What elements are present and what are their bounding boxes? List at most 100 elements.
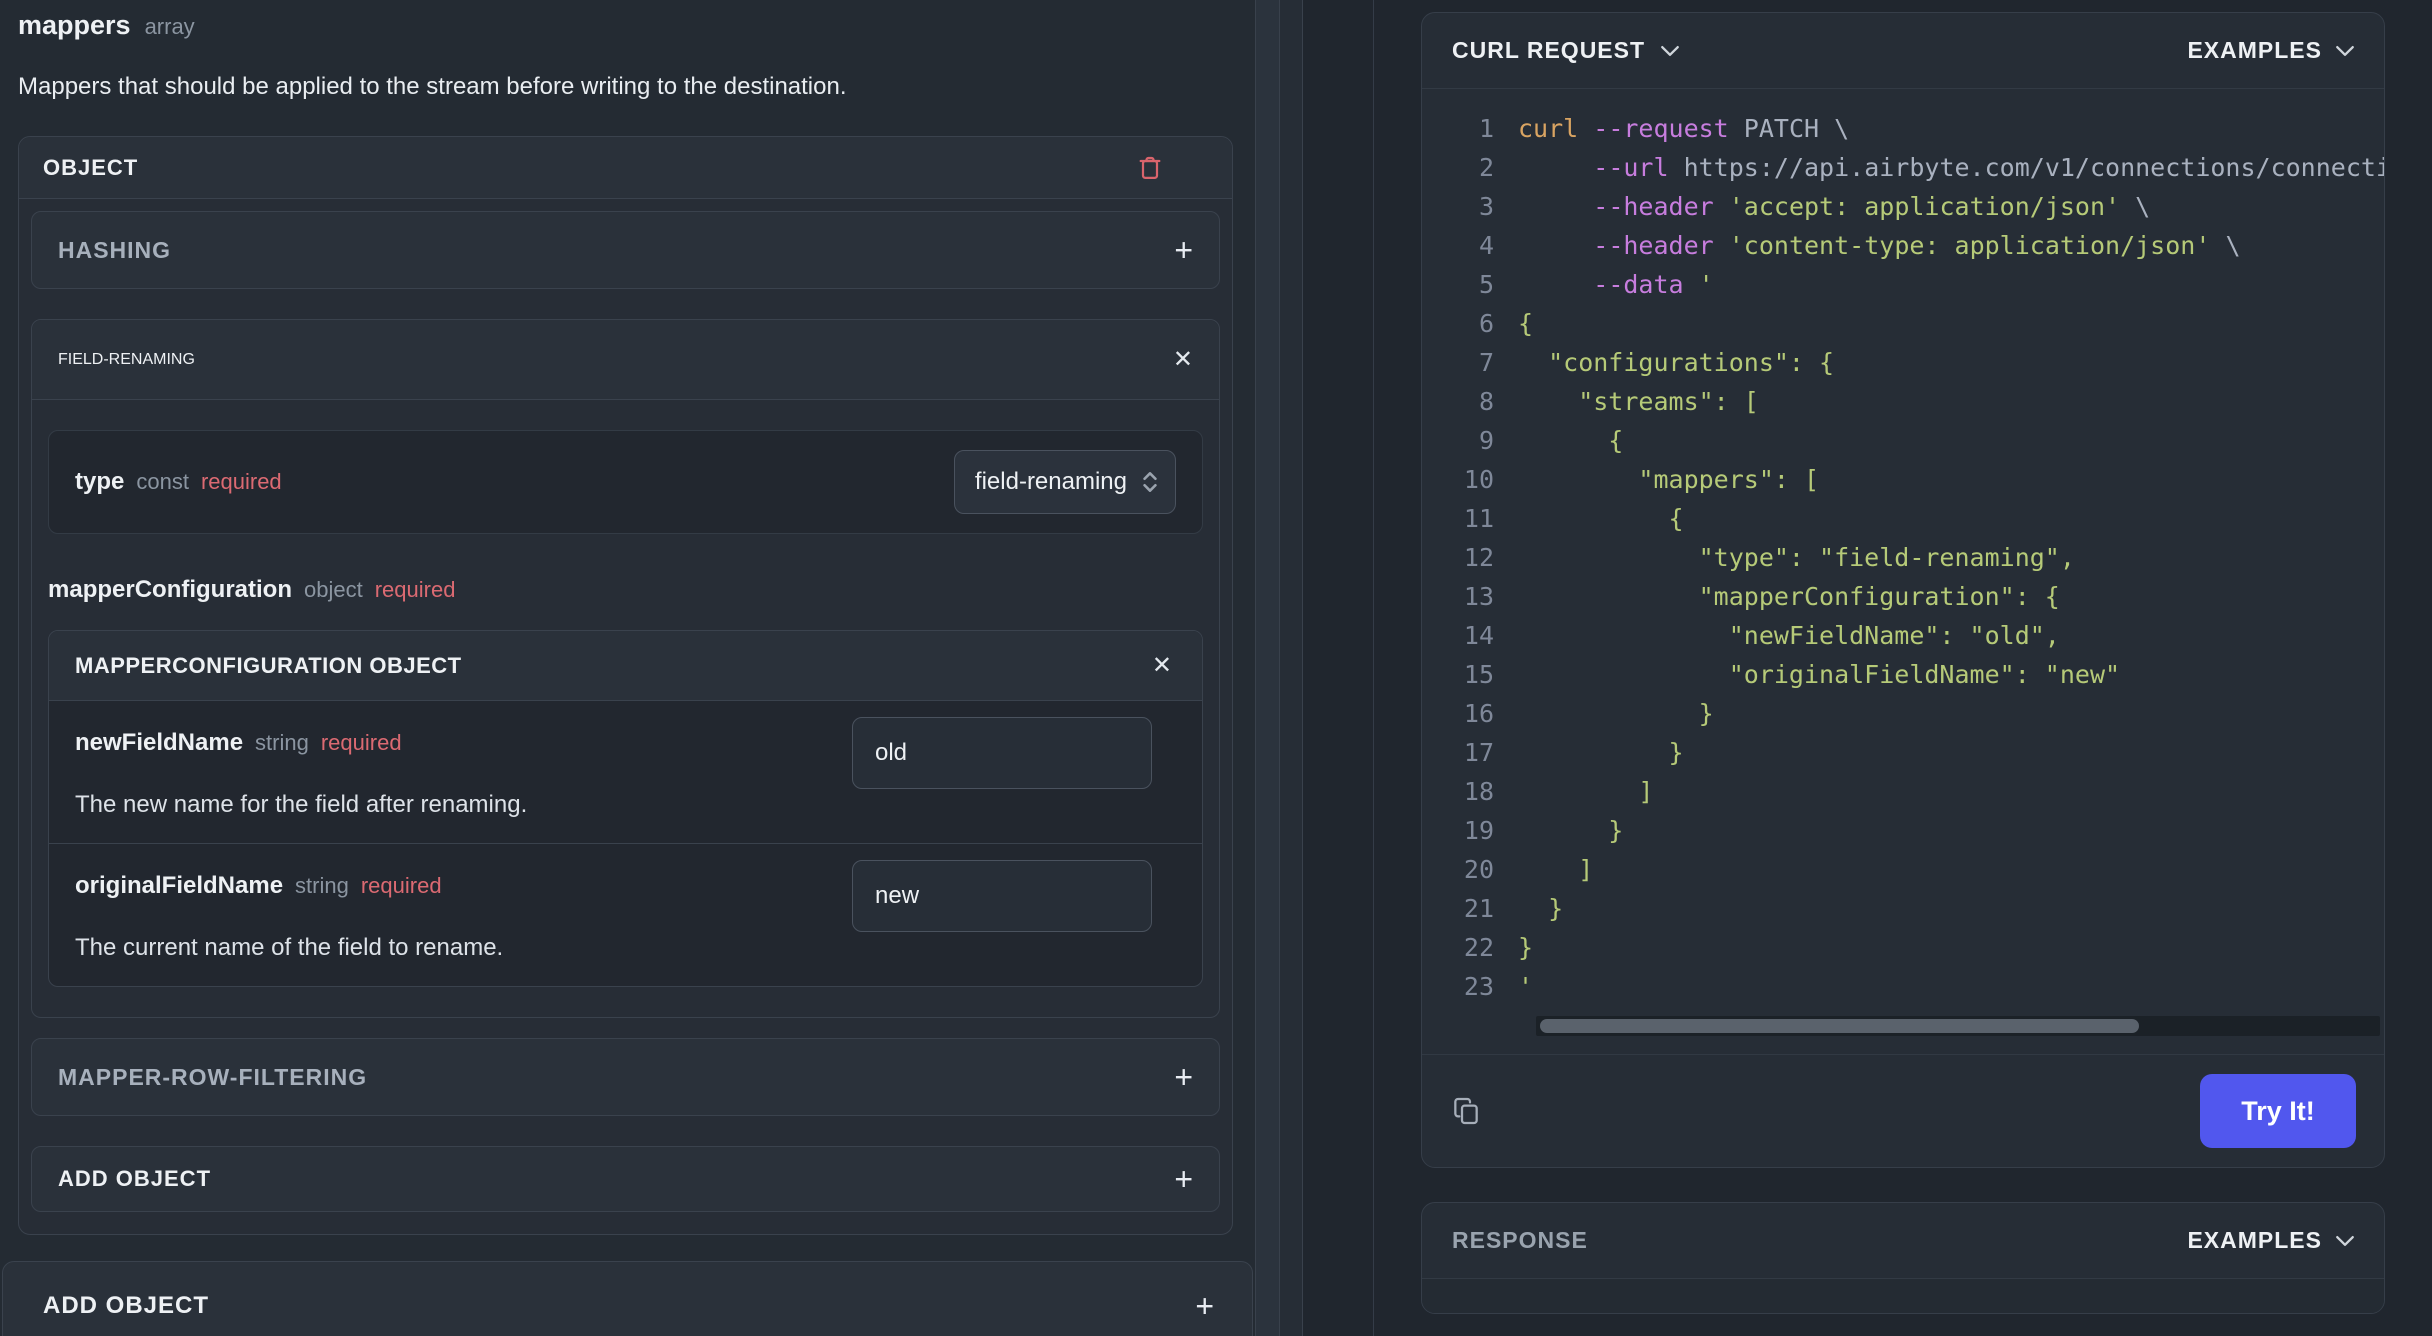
new-field-name: newFieldName	[75, 729, 244, 756]
copy-icon	[1454, 1097, 1478, 1125]
section-hashing[interactable]: HASHING +	[31, 211, 1220, 289]
code-line: 7 "configurations": {	[1478, 348, 1835, 377]
mapper-configuration-card: MAPPERCONFIGURATION OBJECT ✕ newFieldNam…	[48, 630, 1203, 987]
original-field-name-required: required	[360, 873, 442, 898]
mapper-configuration-required: required	[374, 577, 456, 602]
object-card-title: OBJECT	[43, 154, 139, 180]
mapper-configuration-card-header: MAPPERCONFIGURATION OBJECT ✕	[49, 631, 1202, 701]
response-body	[1422, 1279, 2384, 1313]
field-renaming-header: FIELD-RENAMING ✕	[32, 320, 1219, 400]
code-line: 4 --header 'content-type: application/js…	[1478, 231, 2241, 260]
add-object-outer-button[interactable]: ADD OBJECT +	[2, 1261, 1253, 1336]
curl-request-language-dropdown[interactable]: CURL REQUEST	[1452, 37, 1679, 64]
column-divider	[1373, 0, 1374, 1336]
object-card-header: OBJECT	[19, 137, 1232, 199]
code-line: 8 "streams": [	[1478, 387, 1759, 416]
section-field-renaming: FIELD-RENAMING ✕ type const required fie…	[31, 319, 1220, 1018]
code-scrollbar-thumb[interactable]	[1540, 1019, 2140, 1033]
request-examples-dropdown[interactable]: EXAMPLES	[2187, 37, 2354, 64]
type-prop-required: required	[200, 469, 282, 494]
schema-pane: mappers array Mappers that should be app…	[0, 0, 1255, 1336]
section-mapper-row-filtering[interactable]: MAPPER-ROW-FILTERING +	[31, 1038, 1220, 1116]
new-field-name-row: newFieldName string required The new nam…	[49, 701, 1202, 843]
response-title: RESPONSE	[1452, 1227, 1588, 1253]
close-icon[interactable]: ✕	[1152, 653, 1172, 678]
plus-icon: +	[1174, 1161, 1193, 1197]
field-name: mappers	[18, 10, 131, 40]
code-line: 12 "type": "field-renaming",	[1463, 543, 2075, 572]
response-examples-dropdown[interactable]: EXAMPLES	[2187, 1227, 2354, 1254]
type-prop-meta: const	[136, 469, 189, 494]
field-renaming-title: FIELD-RENAMING	[58, 350, 195, 368]
code-line: 14 "newFieldName": "old",	[1463, 621, 2060, 650]
code-line: 20 ]	[1463, 855, 1594, 884]
trash-icon	[1139, 156, 1161, 179]
response-header: RESPONSE EXAMPLES	[1422, 1203, 2384, 1279]
original-field-name-input[interactable]	[852, 860, 1152, 932]
code-horizontal-scrollbar	[1536, 1016, 2380, 1036]
field-renaming-body: type const required field-renaming mappe…	[32, 430, 1219, 1017]
original-field-name-meta: string	[295, 873, 349, 898]
close-icon[interactable]: ✕	[1173, 347, 1193, 372]
response-examples-label: EXAMPLES	[2187, 1227, 2322, 1253]
new-field-name-input[interactable]	[852, 717, 1152, 789]
pane-scrollbar-track	[1280, 0, 1303, 1336]
response-panel: RESPONSE EXAMPLES	[1421, 1202, 2385, 1314]
code-line: 1 curl --request PATCH \	[1478, 114, 1850, 143]
code-line: 10 "mappers": [	[1463, 465, 1820, 494]
code-line: 19 }	[1463, 816, 1624, 845]
mapper-row-filtering-title: MAPPER-ROW-FILTERING	[58, 1063, 368, 1090]
new-field-name-required: required	[320, 730, 402, 755]
code-line: 5 --data '	[1478, 270, 1714, 299]
curl-request-header: CURL REQUEST EXAMPLES	[1422, 13, 2384, 89]
code-line: 17 }	[1463, 738, 1684, 767]
new-field-name-description: The new name for the field after renamin…	[75, 791, 528, 818]
code-lines: 1 curl --request PATCH \ 2 --url https://a…	[1448, 109, 2384, 1006]
type-prop-name: type	[75, 468, 125, 495]
try-it-button[interactable]: Try It!	[2200, 1074, 2356, 1148]
code-line: 15 "originalFieldName": "new"	[1463, 660, 2121, 689]
code-line: 9 {	[1478, 426, 1624, 455]
mapper-configuration-meta: object	[304, 577, 363, 602]
pane-scrollbar[interactable]	[1255, 0, 1280, 1336]
code-line: 13 "mapperConfiguration": {	[1463, 582, 2060, 611]
add-object-label: ADD OBJECT	[58, 1166, 212, 1191]
curl-code-block: 1 curl --request PATCH \ 2 --url https://a…	[1422, 89, 2384, 1054]
code-line: 21 }	[1463, 894, 1564, 923]
code-line: 3 --header 'accept: application/json' \	[1478, 192, 2151, 221]
curl-panel-footer: Try It!	[1422, 1054, 2384, 1167]
mapper-configuration-card-title: MAPPERCONFIGURATION OBJECT	[75, 652, 462, 678]
type-select-value: field-renaming	[974, 468, 1127, 495]
object-card-body: HASHING + FIELD-RENAMING ✕ type const re…	[19, 199, 1232, 1234]
field-type-badge: array	[144, 14, 195, 39]
copy-code-button[interactable]	[1450, 1095, 1482, 1127]
delete-object-button[interactable]	[1136, 153, 1164, 183]
code-line: 2 --url https://api.airbyte.com/v1/conne…	[1478, 153, 2384, 182]
request-column: CURL REQUEST EXAMPLES 1 curl --request PA…	[1421, 12, 2385, 1314]
chevron-down-icon	[2336, 1235, 2354, 1246]
code-line: 11 {	[1463, 504, 1684, 533]
plus-icon: +	[1195, 1288, 1214, 1324]
type-select[interactable]: field-renaming	[953, 450, 1176, 514]
curl-request-panel: CURL REQUEST EXAMPLES 1 curl --request PA…	[1421, 12, 2385, 1168]
chevron-down-icon	[1661, 45, 1679, 56]
field-description: Mappers that should be applied to the st…	[18, 73, 847, 100]
code-line: 16 }	[1463, 699, 1714, 728]
code-line: 22}	[1463, 933, 1534, 962]
code-line: 6{	[1478, 309, 1534, 338]
api-docs-page: mappers array Mappers that should be app…	[0, 0, 2432, 1336]
object-card: OBJECT HASHING + FIELD-RENAMING ✕ type c…	[18, 136, 1233, 1235]
new-field-name-meta: string	[255, 730, 309, 755]
original-field-name-description: The current name of the field to rename.	[75, 934, 504, 961]
add-object-button[interactable]: ADD OBJECT +	[31, 1146, 1220, 1212]
hashing-title: HASHING	[58, 236, 172, 263]
mapper-configuration-name: mapperConfiguration	[48, 576, 292, 603]
curl-request-title: CURL REQUEST	[1452, 37, 1646, 63]
type-row: type const required field-renaming	[48, 430, 1203, 534]
request-examples-label: EXAMPLES	[2187, 37, 2322, 63]
mapper-configuration-label: mapperConfiguration object required	[48, 576, 1203, 606]
code-line: 18 ]	[1463, 777, 1654, 806]
plus-icon: +	[1174, 232, 1193, 268]
code-line: 23 '	[1463, 972, 1534, 1001]
select-arrows-icon	[1143, 472, 1157, 492]
